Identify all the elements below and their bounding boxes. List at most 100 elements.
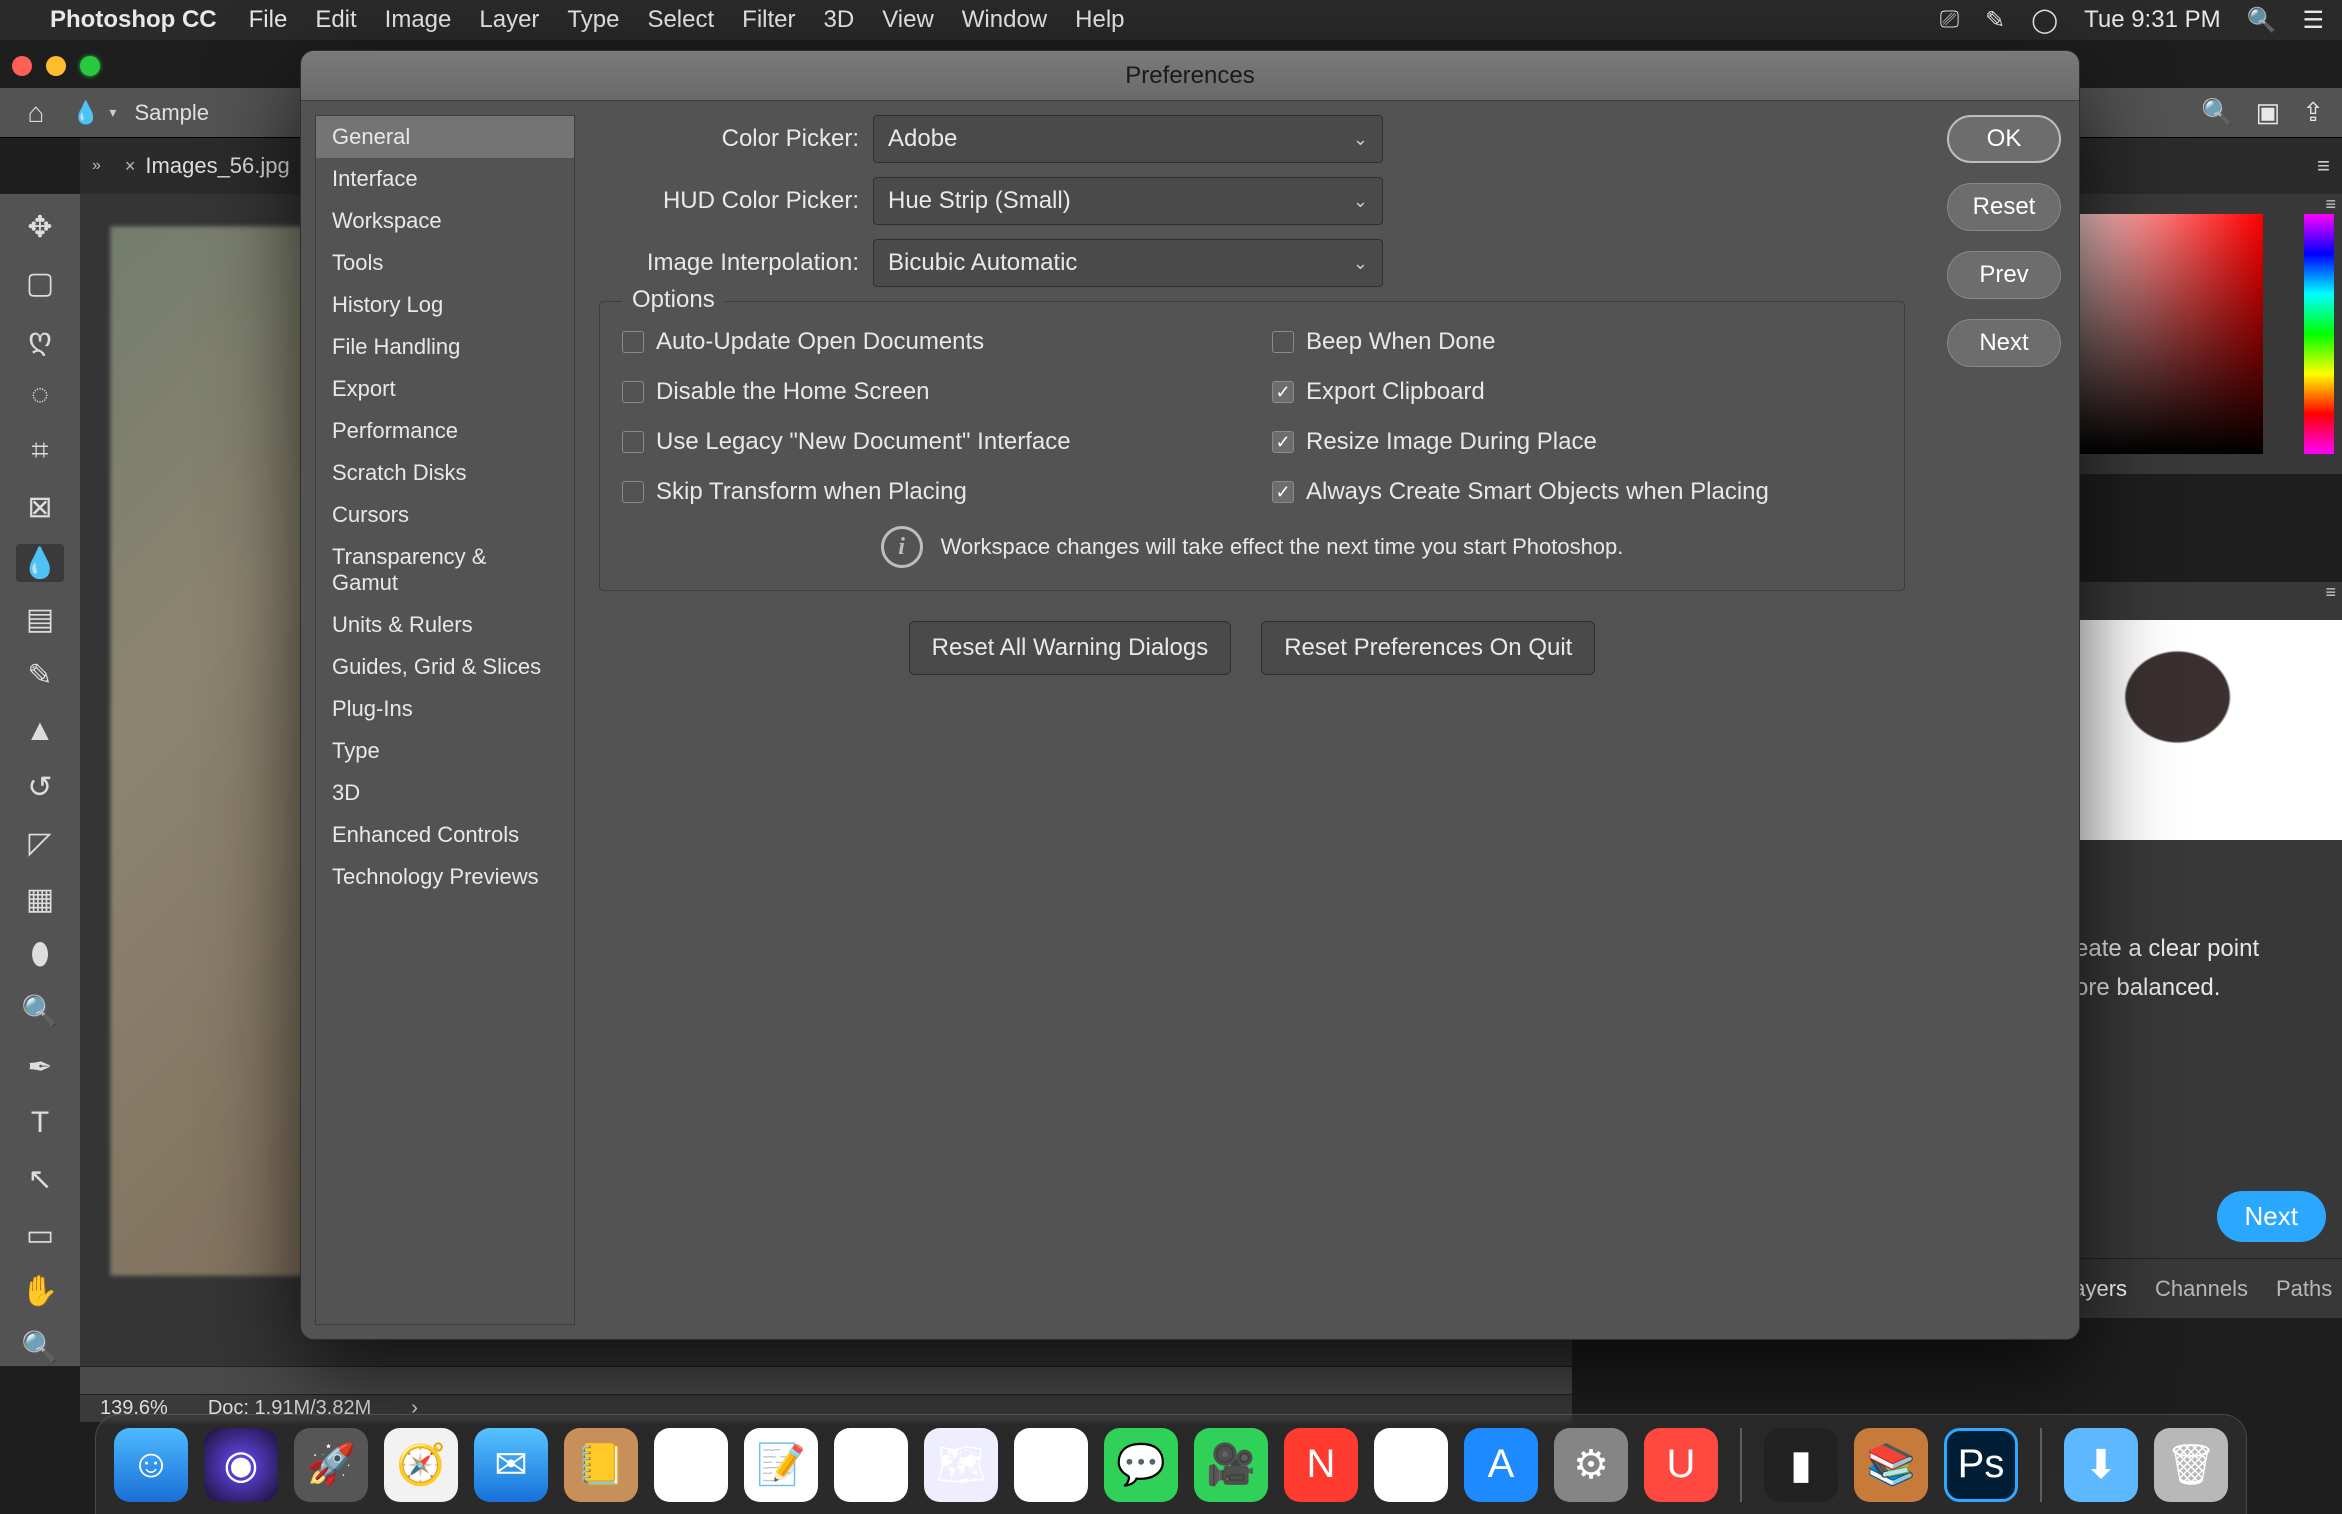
- home-button[interactable]: ⌂: [18, 95, 54, 131]
- menu-filter[interactable]: Filter: [742, 6, 795, 34]
- pref-cat-export[interactable]: Export: [316, 368, 574, 410]
- pref-cat-tools[interactable]: Tools: [316, 242, 574, 284]
- dock-appstore[interactable]: A: [1464, 1428, 1538, 1502]
- hand-tool[interactable]: ✋: [16, 1272, 64, 1310]
- eyedropper-tool[interactable]: 💧: [16, 544, 64, 582]
- tab-paths[interactable]: Paths: [2276, 1276, 2332, 1302]
- dock-downloads[interactable]: ⬇: [2064, 1428, 2138, 1502]
- pref-cat-transparency[interactable]: Transparency & Gamut: [316, 536, 574, 604]
- dock-contacts[interactable]: 📒: [564, 1428, 638, 1502]
- healing-tool[interactable]: ▤: [16, 600, 64, 638]
- dock-mail[interactable]: ✉: [474, 1428, 548, 1502]
- pref-cat-cursors[interactable]: Cursors: [316, 494, 574, 536]
- app-name[interactable]: Photoshop CC: [50, 6, 217, 34]
- dock-itunes[interactable]: ♪: [1374, 1428, 1448, 1502]
- pref-cat-workspace[interactable]: Workspace: [316, 200, 574, 242]
- close-tab-icon[interactable]: ×: [125, 156, 136, 177]
- cc-icon[interactable]: ◯: [2031, 6, 2058, 35]
- pref-cat-3d[interactable]: 3D: [316, 772, 574, 814]
- frame-tool[interactable]: ⊠: [16, 488, 64, 526]
- history-brush-tool[interactable]: ↺: [16, 768, 64, 806]
- menu-edit[interactable]: Edit: [315, 6, 356, 34]
- dock-notes[interactable]: 📝: [744, 1428, 818, 1502]
- crop-tool[interactable]: ⌗: [16, 432, 64, 470]
- menu-help[interactable]: Help: [1075, 6, 1124, 34]
- expand-toolbar-icon[interactable]: »: [92, 157, 101, 175]
- pref-cat-performance[interactable]: Performance: [316, 410, 574, 452]
- fullscreen-button[interactable]: [80, 56, 100, 76]
- prev-button[interactable]: Prev: [1947, 251, 2061, 299]
- learn-next-button[interactable]: Next: [2217, 1191, 2326, 1242]
- lasso-tool[interactable]: ღ: [16, 320, 64, 358]
- blur-tool[interactable]: ⬮: [16, 936, 64, 974]
- pref-cat-history-log[interactable]: History Log: [316, 284, 574, 326]
- panel-menu-icon[interactable]: ≡: [2325, 582, 2336, 603]
- menu-window[interactable]: Window: [962, 6, 1047, 34]
- pref-cat-scratch-disks[interactable]: Scratch Disks: [316, 452, 574, 494]
- checkbox-indicator[interactable]: [1272, 431, 1294, 453]
- dock-settings[interactable]: ⚙: [1554, 1428, 1628, 1502]
- control-center-icon[interactable]: ☰: [2302, 6, 2324, 35]
- dock-magnet[interactable]: U: [1644, 1428, 1718, 1502]
- dock-reminders[interactable]: ☑: [834, 1428, 908, 1502]
- frame-icon[interactable]: ▣: [2256, 97, 2281, 128]
- hud-picker-select[interactable]: Hue Strip (Small) ⌄: [873, 177, 1383, 225]
- checkbox-beep-when-done[interactable]: Beep When Done: [1272, 328, 1882, 356]
- reset-button[interactable]: Reset: [1947, 183, 2061, 231]
- menu-3d[interactable]: 3D: [824, 6, 855, 34]
- menu-type[interactable]: Type: [567, 6, 619, 34]
- checkbox-resize-image-during-place[interactable]: Resize Image During Place: [1272, 428, 1882, 456]
- dock-news[interactable]: N: [1284, 1428, 1358, 1502]
- dock-maps[interactable]: 🗺: [924, 1428, 998, 1502]
- search-icon[interactable]: 🔍: [2201, 97, 2233, 128]
- path-select-tool[interactable]: ↖: [16, 1160, 64, 1198]
- ok-button[interactable]: OK: [1947, 115, 2061, 163]
- dodge-tool[interactable]: 🔍: [16, 992, 64, 1030]
- checkbox-indicator[interactable]: [1272, 331, 1294, 353]
- dock-terminal[interactable]: ▮: [1764, 1428, 1838, 1502]
- next-button[interactable]: Next: [1947, 319, 2061, 367]
- menu-view[interactable]: View: [882, 6, 934, 34]
- checkbox-export-clipboard[interactable]: Export Clipboard: [1272, 378, 1882, 406]
- move-tool[interactable]: ✥: [16, 208, 64, 246]
- checkbox-use-legacy-new-document-interface[interactable]: Use Legacy "New Document" Interface: [622, 428, 1232, 456]
- checkbox-indicator[interactable]: [622, 431, 644, 453]
- checkbox-indicator[interactable]: [622, 331, 644, 353]
- color-picker-select[interactable]: Adobe ⌄: [873, 115, 1383, 163]
- document-tab[interactable]: × Images_56.jpg: [111, 147, 304, 185]
- marquee-tool[interactable]: ▢: [16, 264, 64, 302]
- pref-cat-type[interactable]: Type: [316, 730, 574, 772]
- checkbox-indicator[interactable]: [622, 381, 644, 403]
- dock-calendar[interactable]: 30: [654, 1428, 728, 1502]
- pref-cat-units-rulers[interactable]: Units & Rulers: [316, 604, 574, 646]
- panel-menu-icon[interactable]: ≡: [2325, 194, 2336, 215]
- dock-siri[interactable]: ◉: [204, 1428, 278, 1502]
- pref-cat-interface[interactable]: Interface: [316, 158, 574, 200]
- brush-tool[interactable]: ✎: [16, 656, 64, 694]
- pref-cat-guides-grid[interactable]: Guides, Grid & Slices: [316, 646, 574, 688]
- dock-finder[interactable]: ☺: [114, 1428, 188, 1502]
- close-button[interactable]: [12, 56, 32, 76]
- share-icon[interactable]: ⇪: [2302, 97, 2324, 128]
- spotlight-icon[interactable]: 🔍: [2247, 6, 2277, 35]
- menubar-clock[interactable]: Tue 9:31 PM: [2084, 6, 2221, 34]
- checkbox-indicator[interactable]: [1272, 481, 1294, 503]
- menu-image[interactable]: Image: [385, 6, 452, 34]
- hue-slider[interactable]: [2304, 214, 2334, 454]
- pen-tool[interactable]: ✒: [16, 1048, 64, 1086]
- menu-file[interactable]: File: [249, 6, 288, 34]
- pref-cat-tech-preview[interactable]: Technology Previews: [316, 856, 574, 898]
- interp-select[interactable]: Bicubic Automatic ⌄: [873, 239, 1383, 287]
- airplay-icon[interactable]: ⎚: [1940, 6, 1959, 34]
- dock-books[interactable]: 📚: [1854, 1428, 1928, 1502]
- checkbox-disable-the-home-screen[interactable]: Disable the Home Screen: [622, 378, 1232, 406]
- checkbox-always-create-smart-objects-when-placing[interactable]: Always Create Smart Objects when Placing: [1272, 478, 1882, 506]
- reset-prefs-button[interactable]: Reset Preferences On Quit: [1261, 621, 1595, 675]
- menu-select[interactable]: Select: [647, 6, 714, 34]
- reset-warnings-button[interactable]: Reset All Warning Dialogs: [909, 621, 1232, 675]
- pen-sync-icon[interactable]: ✎: [1985, 6, 2005, 35]
- type-tool[interactable]: T: [16, 1104, 64, 1142]
- checkbox-auto-update-open-documents[interactable]: Auto-Update Open Documents: [622, 328, 1232, 356]
- dock-photos[interactable]: ✿: [1014, 1428, 1088, 1502]
- stamp-tool[interactable]: ▲: [16, 712, 64, 750]
